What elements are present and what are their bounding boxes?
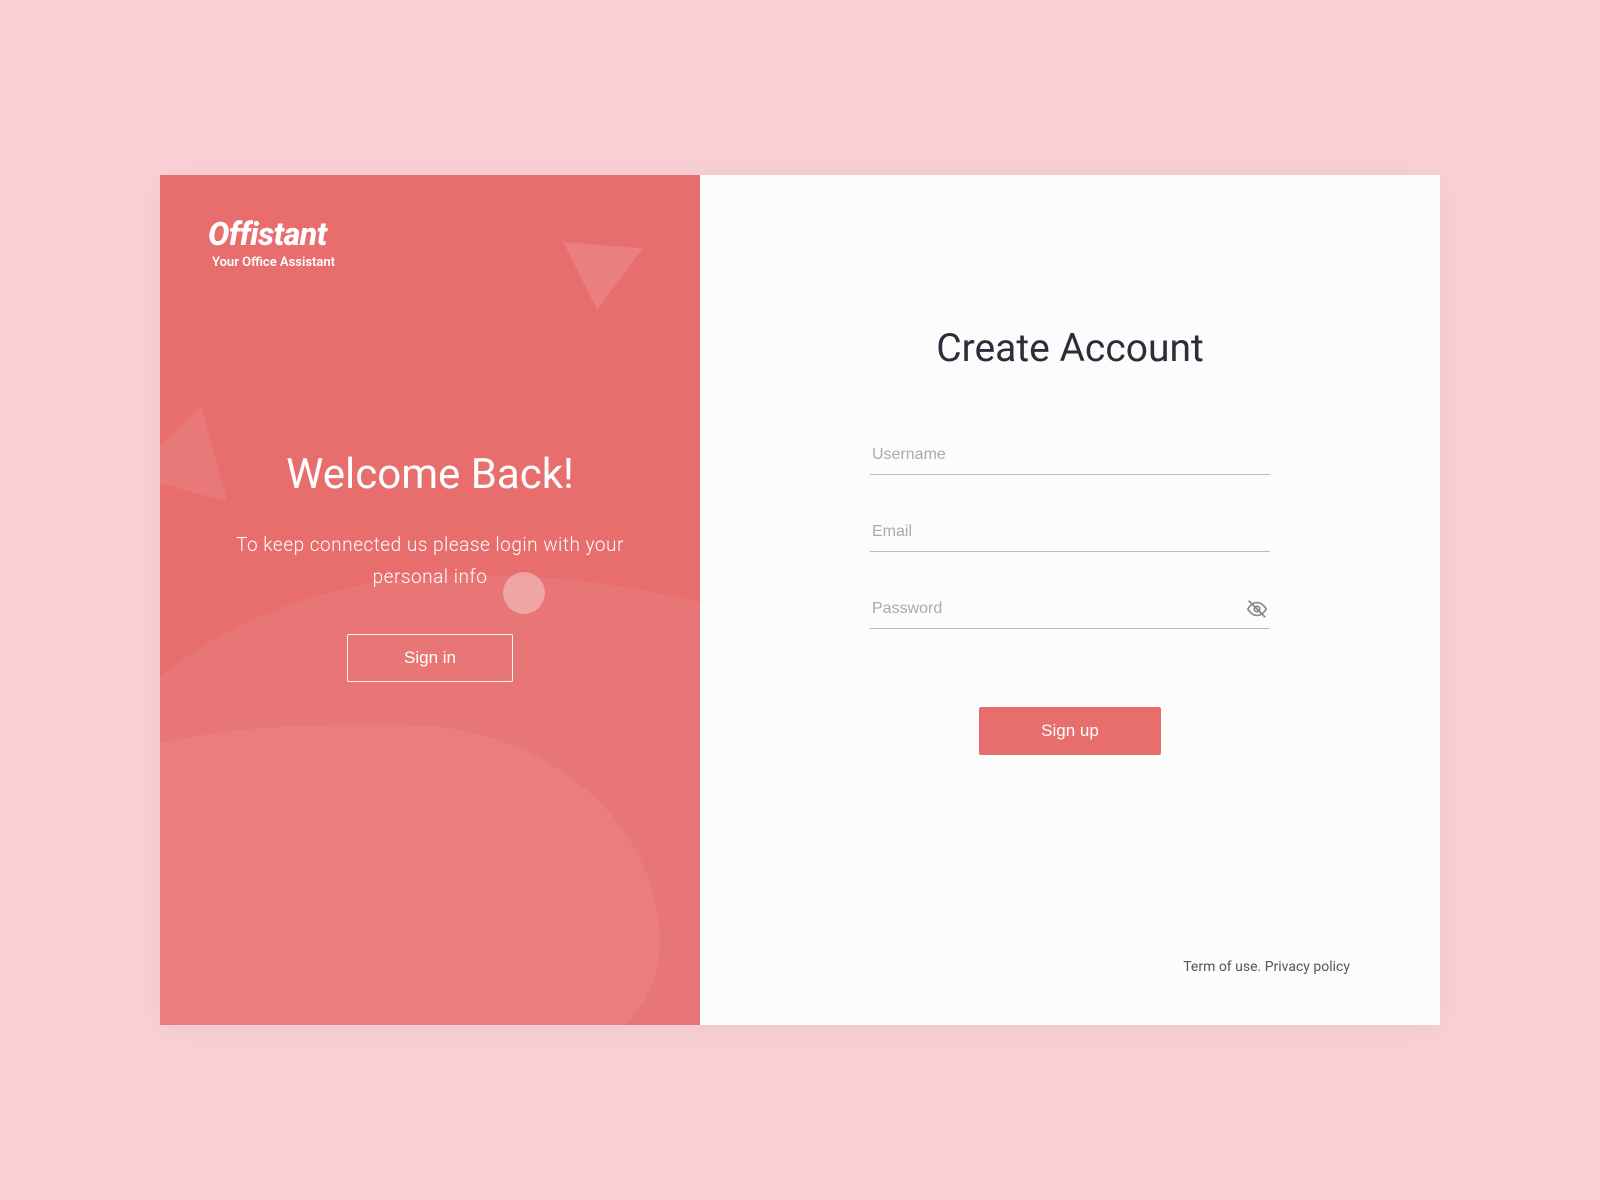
username-field-group — [870, 436, 1270, 475]
welcome-title: Welcome Back! — [228, 450, 632, 499]
brand-tagline: Your Office Assistant — [212, 255, 652, 270]
signup-button[interactable]: Sign up — [979, 707, 1161, 755]
signup-panel: Create Account Sign up Term of use. Priv… — [700, 175, 1440, 1025]
password-field-group — [870, 590, 1270, 629]
terms-link[interactable]: Term of use. — [1183, 959, 1261, 975]
username-input[interactable] — [870, 436, 1270, 475]
toggle-password-visibility-icon[interactable] — [1246, 598, 1268, 624]
welcome-subtitle: To keep connected us please login with y… — [228, 529, 632, 594]
auth-card: Offistant Your Office Assistant Welcome … — [160, 175, 1440, 1025]
welcome-content: Welcome Back! To keep connected us pleas… — [208, 450, 652, 682]
brand-name: Offistant — [208, 215, 652, 253]
email-input[interactable] — [870, 513, 1270, 552]
decorative-circle-icon — [503, 572, 545, 614]
brand-logo: Offistant Your Office Assistant — [208, 215, 652, 270]
privacy-link[interactable]: Privacy policy — [1265, 959, 1350, 975]
password-input[interactable] — [870, 590, 1270, 629]
welcome-panel: Offistant Your Office Assistant Welcome … — [160, 175, 700, 1025]
form-title: Create Account — [936, 325, 1204, 371]
signin-button[interactable]: Sign in — [347, 634, 513, 682]
email-field-group — [870, 513, 1270, 552]
footer-links: Term of use. Privacy policy — [1183, 959, 1350, 975]
